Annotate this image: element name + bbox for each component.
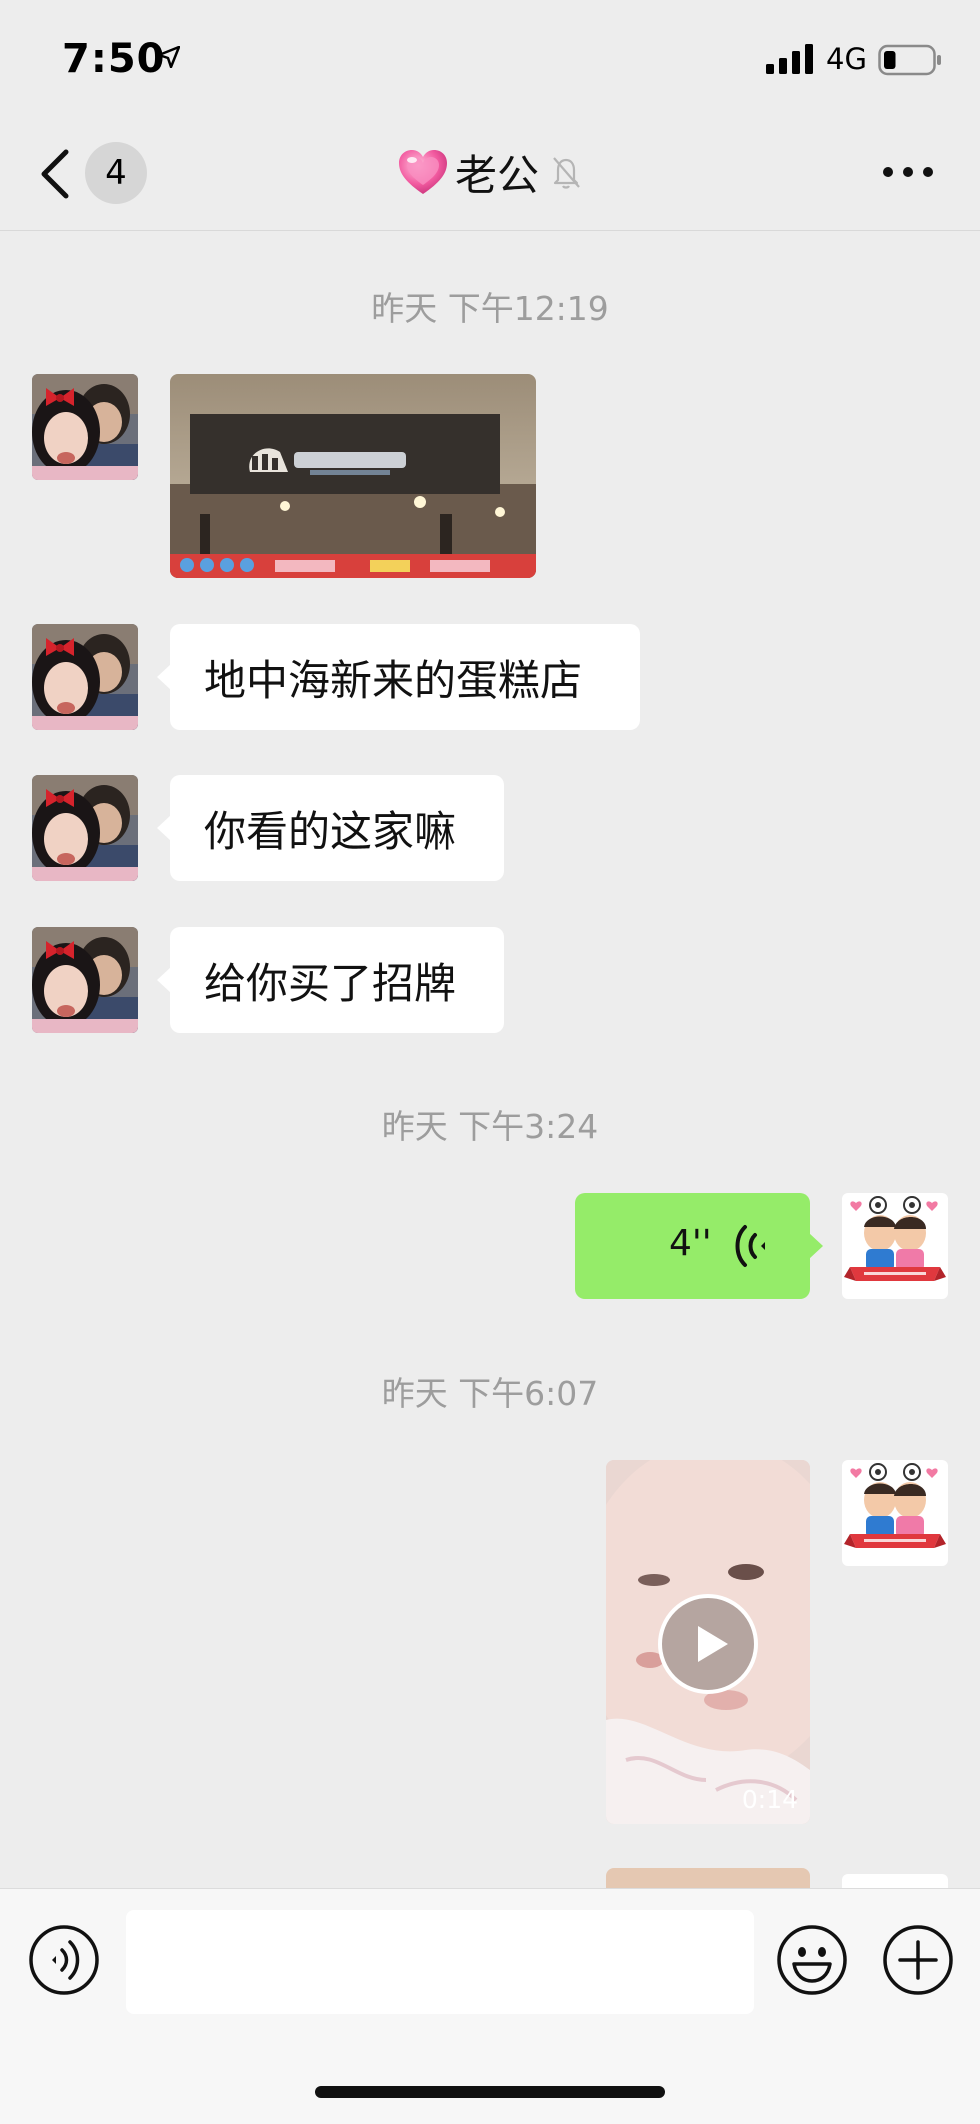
muted-bell-icon — [553, 157, 580, 189]
contact-avatar[interactable] — [32, 775, 138, 881]
message-text: 给你买了招牌 — [204, 958, 457, 1008]
network-type: 4G — [826, 42, 867, 76]
play-icon[interactable] — [656, 1592, 760, 1696]
add-plus-icon[interactable] — [882, 1924, 954, 1996]
outgoing-voice-bubble[interactable]: 4'' — [575, 1193, 823, 1299]
contact-avatar[interactable] — [32, 624, 138, 730]
incoming-text-bubble[interactable]: 地中海新来的蛋糕店 — [157, 624, 640, 730]
more-options-icon[interactable] — [880, 160, 936, 184]
voice-duration: 4'' — [669, 1223, 712, 1264]
location-arrow-icon — [158, 46, 180, 68]
timestamp: 昨天 下午12:19 — [371, 289, 609, 328]
my-avatar[interactable] — [842, 1460, 948, 1566]
video-duration: 0:14 — [741, 1785, 798, 1814]
timestamp: 昨天 下午6:07 — [381, 1374, 599, 1413]
message-text: 地中海新来的蛋糕店 — [204, 655, 583, 705]
contact-avatar[interactable] — [32, 927, 138, 1033]
contact-avatar[interactable] — [32, 374, 138, 480]
voice-input-icon[interactable] — [28, 1924, 100, 1996]
my-avatar[interactable] — [842, 1193, 948, 1299]
voice-wave-icon — [735, 1225, 765, 1267]
cellular-signal-icon — [766, 44, 813, 74]
chat-title-group[interactable]: 老公 — [0, 142, 980, 202]
home-indicator — [315, 2086, 665, 2098]
video-message[interactable]: 0:14 — [606, 1460, 810, 1824]
incoming-text-bubble[interactable]: 你看的这家嘛 — [157, 775, 504, 881]
status-time: 7:50 — [62, 36, 166, 82]
incoming-text-bubble[interactable]: 给你买了招牌 — [157, 927, 504, 1033]
photo-thumbnail — [170, 374, 536, 578]
emoji-icon[interactable] — [776, 1924, 848, 1996]
timestamp: 昨天 下午3:24 — [381, 1107, 599, 1146]
video-message-partial[interactable] — [606, 1868, 810, 1890]
chat-title: 老公 — [454, 150, 539, 200]
message-text: 你看的这家嘛 — [204, 806, 457, 856]
pink-heart-icon — [398, 150, 447, 194]
image-message[interactable] — [170, 374, 536, 578]
battery-icon — [878, 44, 941, 76]
message-input[interactable] — [126, 1910, 754, 2014]
